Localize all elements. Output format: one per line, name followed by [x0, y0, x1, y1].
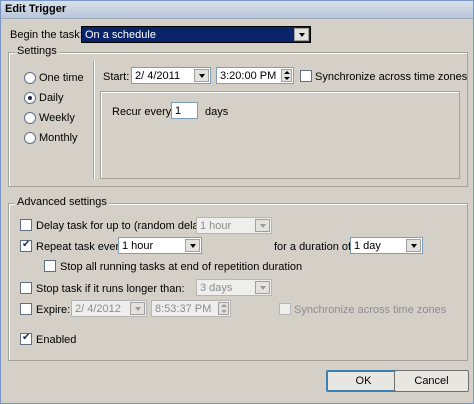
radio-one-time[interactable]: [24, 72, 36, 84]
stop-if-longer-label: Stop task if it runs longer than:: [36, 283, 185, 295]
stop-if-longer-value: 3 days: [200, 282, 233, 294]
recur-unit-label: days: [205, 106, 229, 118]
start-date-picker[interactable]: 2/ 4/2011: [131, 67, 211, 84]
chevron-down-icon[interactable]: [194, 69, 209, 82]
repeat-duration-label: for a duration of:: [274, 241, 355, 253]
spinner-arrows-icon[interactable]: [281, 69, 292, 82]
expire-date-picker[interactable]: 2/ 4/2012: [71, 300, 147, 317]
settings-group-title: Settings: [15, 45, 59, 57]
title-bar[interactable]: Edit Trigger: [1, 1, 473, 19]
radio-monthly-label: Monthly: [39, 132, 78, 144]
ok-button[interactable]: OK: [326, 370, 401, 392]
recur-days-input[interactable]: 1: [171, 102, 198, 119]
sync-timezones-label: Synchronize across time zones: [315, 71, 468, 83]
expire-sync-label: Synchronize across time zones: [294, 304, 447, 316]
cancel-button[interactable]: Cancel: [394, 370, 469, 392]
enabled-label: Enabled: [36, 334, 77, 346]
delay-task-label: Delay task for up to (random delay):: [36, 220, 211, 232]
delay-duration-value: 1 hour: [200, 220, 232, 232]
stop-running-tasks-checkbox[interactable]: [44, 260, 56, 272]
chevron-down-icon[interactable]: [130, 302, 145, 315]
window-title: Edit Trigger: [5, 3, 67, 15]
spinner-arrows-icon[interactable]: [218, 302, 229, 315]
begin-task-value: On a schedule: [85, 29, 156, 41]
expire-date-value: 2/ 4/2012: [75, 303, 121, 315]
repeat-task-checkbox[interactable]: [20, 239, 32, 252]
recur-label: Recur every:: [112, 106, 175, 118]
repeat-duration-value: 1 day: [354, 240, 381, 252]
chevron-down-icon[interactable]: [294, 28, 309, 41]
recur-panel: [100, 91, 460, 179]
expire-sync-checkbox[interactable]: [279, 303, 291, 315]
start-label: Start:: [103, 71, 130, 83]
enabled-checkbox[interactable]: [20, 332, 32, 345]
advanced-settings-title: Advanced settings: [15, 196, 109, 208]
radio-one-time-label: One time: [39, 72, 84, 84]
stop-if-longer-checkbox[interactable]: [20, 282, 32, 294]
start-date-value: 2/ 4/2011: [135, 70, 181, 82]
begin-task-label: Begin the task:: [10, 29, 83, 41]
settings-divider: [93, 61, 94, 179]
start-time-input[interactable]: 3:20:00 PM: [216, 67, 294, 84]
edit-trigger-dialog: Edit Trigger Begin the task: On a schedu…: [0, 0, 474, 404]
repeat-interval-value: 1 hour: [122, 240, 154, 252]
expire-label: Expire:: [36, 304, 71, 316]
radio-weekly-label: Weekly: [39, 112, 75, 124]
expire-checkbox[interactable]: [20, 303, 32, 315]
repeat-task-label: Repeat task every:: [36, 241, 128, 253]
stop-if-longer-dropdown[interactable]: 3 days: [196, 279, 272, 296]
delay-task-checkbox[interactable]: [20, 219, 32, 231]
chevron-down-icon[interactable]: [185, 239, 200, 252]
radio-monthly[interactable]: [24, 132, 36, 144]
sync-timezones-checkbox[interactable]: [300, 70, 312, 82]
expire-time-value: 8:53:37 PM: [155, 303, 212, 315]
chevron-down-icon[interactable]: [255, 219, 270, 232]
chevron-down-icon[interactable]: [406, 239, 421, 252]
begin-task-dropdown[interactable]: On a schedule: [81, 26, 311, 43]
repeat-interval-dropdown[interactable]: 1 hour: [118, 237, 202, 254]
recur-days-value: 1: [175, 105, 182, 117]
chevron-down-icon[interactable]: [255, 281, 270, 294]
stop-running-tasks-label: Stop all running tasks at end of repetit…: [60, 261, 303, 273]
radio-daily-label: Daily: [39, 92, 64, 104]
radio-daily[interactable]: [24, 92, 36, 104]
start-time-value: 3:20:00 PM: [220, 70, 277, 82]
repeat-duration-dropdown[interactable]: 1 day: [350, 237, 423, 254]
radio-weekly[interactable]: [24, 112, 36, 124]
delay-duration-dropdown[interactable]: 1 hour: [196, 217, 272, 234]
expire-time-input[interactable]: 8:53:37 PM: [151, 300, 231, 317]
